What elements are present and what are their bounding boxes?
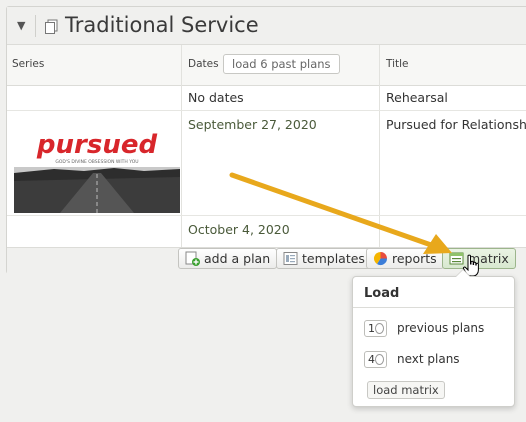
column-divider [379,45,380,247]
popover-pointer-fill [456,270,470,277]
series-art-title: pursued [36,130,158,160]
row-date: September 27, 2020 [188,117,317,132]
row-date: No dates [188,90,244,105]
load-past-plans-button[interactable]: load 6 past plans [223,54,340,74]
load-matrix-button[interactable]: load matrix [367,381,445,399]
row-date: October 4, 2020 [188,222,290,237]
previous-plans-label: previous plans [397,321,485,335]
dates-column-label: Dates [188,58,219,70]
next-plans-stepper[interactable]: 4 [364,351,387,368]
service-header: ▼ Traditional Service [7,7,526,45]
column-divider [181,45,182,247]
popover-divider [353,307,514,308]
previous-plans-stepper[interactable]: 1 [364,320,387,337]
templates-icon [283,252,298,265]
service-panel: ▼ Traditional Service Series Dates load … [6,6,526,275]
stepper-arrows-icon[interactable] [375,354,384,365]
pie-chart-icon [373,251,388,266]
service-title: Traditional Service [65,13,259,37]
column-header-series: Series [7,45,181,86]
load-matrix-popover: Load 1 previous plans 4 next plans load … [352,269,515,407]
add-plan-icon [185,251,200,266]
series-artwork-image: pursued GOD'S DIVINE OBSESSION WITH YOU [14,121,180,213]
reports-button[interactable]: reports [366,248,444,269]
templates-button[interactable]: templates [276,248,372,269]
add-plan-label: add a plan [204,251,271,266]
next-plans-label: next plans [397,352,460,366]
series-art-tagline: GOD'S DIVINE OBSESSION WITH YOU [55,159,138,165]
column-header-dates: Dates load 6 past plans [181,45,379,86]
next-count-value: 4 [368,353,375,366]
row-divider [7,110,526,111]
row-title[interactable]: Rehearsal [386,90,448,105]
reports-label: reports [392,251,437,266]
previous-count-value: 1 [368,322,375,335]
series-column-label: Series [12,58,45,70]
popover-title: Load [364,286,400,301]
stepper-arrows-icon[interactable] [375,323,384,334]
add-plan-button[interactable]: add a plan [178,248,278,269]
collapse-caret-icon[interactable]: ▼ [17,19,25,32]
column-header-title: Title [379,45,526,86]
title-column-label: Title [386,58,409,70]
copy-document-icon[interactable] [44,19,59,34]
row-title[interactable]: Pursued for Relationship [386,117,526,132]
row-divider [7,215,526,216]
header-divider [35,15,36,37]
templates-label: templates [302,251,365,266]
